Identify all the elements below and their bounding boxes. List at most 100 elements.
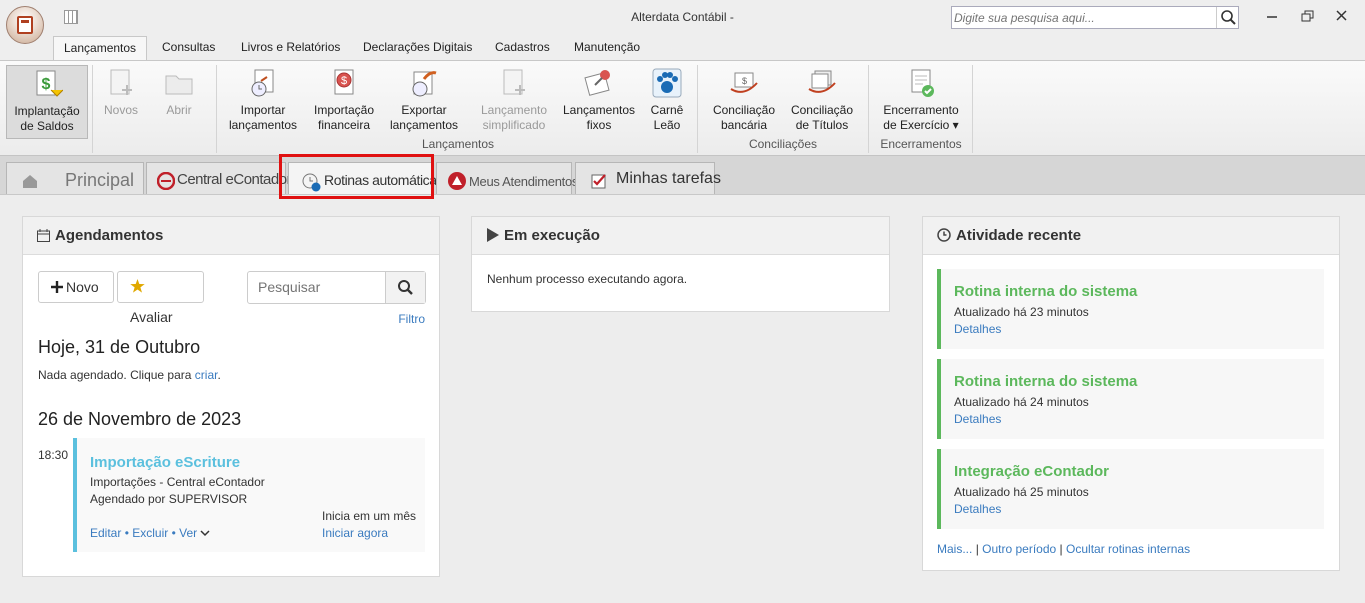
abrir-button[interactable]: Abrir [155,65,203,139]
event-title[interactable]: Importação eScriture [90,454,240,471]
title-bar: Alterdata Contábil - [0,0,1365,44]
event-category: Importações - Central eContador [90,475,265,489]
group-conciliacoes-label: Conciliações [748,137,818,151]
conciliacao-titulos-button[interactable]: Conciliação de Títulos [784,65,860,139]
svg-text:$: $ [42,76,51,93]
mais-link[interactable]: Mais... [937,542,972,556]
tab-livros-relatorios[interactable]: Livros e Relatórios [231,36,350,60]
group-encerramentos-label: Encerramentos [880,137,962,151]
atividade-panel: Atividade recente Rotina interna do sist… [922,216,1340,571]
tab-principal[interactable]: Principal [6,162,144,194]
highlight-box [279,154,434,199]
iniciar-agora-link[interactable]: Iniciar agora [322,526,388,540]
tab-meus-atendimentos[interactable]: Meus Atendimentos [436,162,578,194]
em-execucao-panel: Em execução Nenhum processo executando a… [471,216,890,312]
new-document-icon [110,69,132,95]
export-clock-icon [412,71,437,97]
importacao-financeira-button[interactable]: $ Importação financeira [305,65,383,139]
calculator-icon [17,16,33,34]
close-icon[interactable] [1332,8,1352,24]
application-menu-button[interactable] [6,6,44,44]
event-start-text: Inicia em um mês [322,509,417,523]
restore-icon[interactable] [1298,8,1318,24]
event-actions: Editar • Excluir • Ver [90,526,210,540]
today-empty-text: Nada agendado. Clique para criar. [38,368,221,382]
outro-periodo-link[interactable]: Outro período [982,542,1056,556]
money-document-icon: $ [36,70,63,97]
novo-button[interactable]: Novo [38,271,114,303]
avaliar-button[interactable]: Avaliar [117,271,204,325]
checkbox-icon [591,174,606,189]
exportar-lancamentos-button[interactable]: Exportar lançamentos [385,65,463,139]
agendamentos-search[interactable] [247,271,426,304]
star-icon [130,279,145,293]
tab-minhas-tarefas[interactable]: Minhas tarefas [575,162,721,194]
editar-link[interactable]: Editar [90,526,121,540]
criar-link[interactable]: criar [195,368,218,382]
ribbon-tab-bar: Lançamentos Consultas Livros e Relatório… [0,36,1365,60]
agendamentos-header: Agendamentos [23,217,439,255]
tab-cadastros[interactable]: Cadastros [485,36,560,60]
svg-text:$: $ [742,76,747,86]
open-folder-icon [165,75,193,95]
today-heading: Hoje, 31 de Outubro [38,337,201,357]
lancamentos-fixos-button[interactable]: Lançamentos fixos [558,65,640,139]
importar-lancamentos-button[interactable]: Importar lançamentos [223,65,303,139]
detalhes-link[interactable]: Detalhes [954,322,1001,336]
tab-manutencao[interactable]: Manutenção [564,36,650,60]
finance-import-icon: $ [334,69,354,95]
main-content: Agendamentos Novo Avaliar Filtro Hoje, 3… [0,194,1365,603]
group-lancamentos-label: Lançamentos [421,137,495,151]
pin-note-icon [584,70,610,96]
titles-reconcile-icon [808,70,836,93]
econtador-logo-icon [157,172,175,190]
excluir-link[interactable]: Excluir [132,526,168,540]
tab-lancamentos[interactable]: Lançamentos [53,36,148,60]
plus-icon [51,281,63,293]
event-time: 18:30 [38,448,69,462]
ribbon: $ Implantação de Saldos Novos Abrir Impo… [0,60,1365,156]
support-logo-icon [448,172,466,190]
minimize-icon[interactable] [1262,8,1282,24]
calendar-icon [37,229,50,242]
search-icon[interactable] [1216,7,1238,28]
implantacao-saldos-button[interactable]: $ Implantação de Saldos [6,65,88,139]
ver-dropdown[interactable]: Ver [179,526,210,540]
paw-icon [652,68,682,98]
atividade-footer: Mais... | Outro período | Ocultar rotina… [937,542,1191,556]
search-icon[interactable] [385,272,425,303]
import-clock-icon [251,69,274,97]
em-execucao-header: Em execução [472,217,889,255]
detalhes-link[interactable]: Detalhes [954,502,1001,516]
tab-central-econtador[interactable]: Central eContador [146,162,292,194]
encerramento-exercicio-button[interactable]: Encerramento de Exercício ▾ [876,65,966,139]
activity-item[interactable]: Rotina interna do sistema Atualizado há … [937,359,1324,439]
bank-reconcile-icon: $ [730,72,758,93]
em-execucao-empty: Nenhum processo executando agora. [487,272,688,286]
atividade-header: Atividade recente [923,217,1339,255]
agendamentos-panel: Agendamentos Novo Avaliar Filtro Hoje, 3… [22,216,440,577]
lancamento-simplificado-button[interactable]: Lançamento simplificado [474,65,554,139]
simple-entry-icon [503,69,525,95]
tab-declaracoes-digitais[interactable]: Declarações Digitais [353,36,482,60]
close-fiscal-year-icon [911,69,934,97]
detalhes-link[interactable]: Detalhes [954,412,1001,426]
conciliacao-bancaria-button[interactable]: $ Conciliação bancária [706,65,782,139]
date-heading: 26 de Novembro de 2023 [38,409,242,429]
tab-consultas[interactable]: Consultas [152,36,225,60]
ocultar-rotinas-link[interactable]: Ocultar rotinas internas [1066,542,1190,556]
activity-item[interactable]: Integração eContador Atualizado há 25 mi… [937,449,1324,529]
clock-icon [937,228,951,242]
event-card[interactable]: Importação eScriture Importações - Centr… [73,438,425,552]
chevron-down-icon [200,530,210,537]
activity-item[interactable]: Rotina interna do sistema Atualizado há … [937,269,1324,349]
global-search-input[interactable] [954,9,1216,26]
home-icon [23,175,37,188]
carne-leao-button[interactable]: Carnê Leão [644,65,690,139]
novos-button[interactable]: Novos [97,65,145,139]
play-icon [487,228,499,242]
filtro-link[interactable]: Filtro [398,312,425,326]
agendamentos-search-input[interactable] [258,279,378,295]
event-scheduled-by: Agendado por SUPERVISOR [90,492,248,506]
global-search[interactable] [951,6,1239,29]
